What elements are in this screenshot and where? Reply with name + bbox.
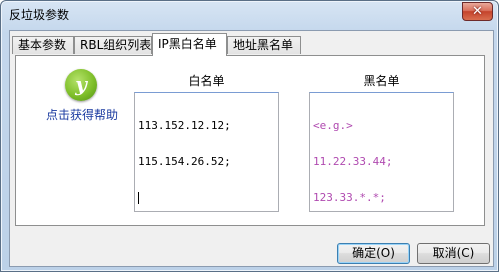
help-link[interactable]: 点击获得帮助 (38, 106, 126, 123)
dialog-window: 反垃圾参数 ✕ 基本参数 RBL组织列表 IP黑白名单 地址黑名单 y 点击获得… (0, 0, 499, 272)
tab-ip-blackwhite[interactable]: IP黑白名单 (152, 33, 227, 56)
help-logo-glyph: y (75, 72, 87, 96)
whitelist-title: 白名单 (188, 74, 225, 88)
blacklist-line: 11.22.33.44; (313, 155, 393, 168)
close-button[interactable]: ✕ (462, 2, 493, 21)
text-caret (138, 192, 139, 204)
tab-rbl-list[interactable]: RBL组织列表 (74, 36, 152, 54)
blacklist-title: 黑名单 (363, 74, 400, 88)
blacklist-line: 123.33.*.*; (313, 191, 386, 204)
tab-address-blacklist[interactable]: 地址黑名单 (227, 36, 301, 54)
whitelist-line: 115.154.26.52; (138, 155, 231, 168)
close-icon: ✕ (472, 4, 483, 19)
blacklist-textarea[interactable]: <e.g.> 11.22.33.44; 123.33.*.*; (309, 92, 454, 212)
tab-basic-params[interactable]: 基本参数 (12, 36, 74, 54)
help-logo-icon[interactable]: y (65, 69, 97, 101)
dialog-client-area: 基本参数 RBL组织列表 IP黑白名单 地址黑名单 y 点击获得帮助 白名单 1… (9, 30, 494, 267)
window-title: 反垃圾参数 (9, 8, 70, 22)
whitelist-line: 113.152.12.12; (138, 119, 231, 132)
tab-panel: y 点击获得帮助 白名单 113.152.12.12; 115.154.26.5… (15, 55, 485, 226)
blacklist-line: <e.g.> (313, 119, 353, 132)
whitelist-textarea[interactable]: 113.152.12.12; 115.154.26.52; (134, 92, 279, 212)
ok-button[interactable]: 确定(O) (337, 243, 410, 264)
cancel-button[interactable]: 取消(C) (417, 243, 490, 264)
